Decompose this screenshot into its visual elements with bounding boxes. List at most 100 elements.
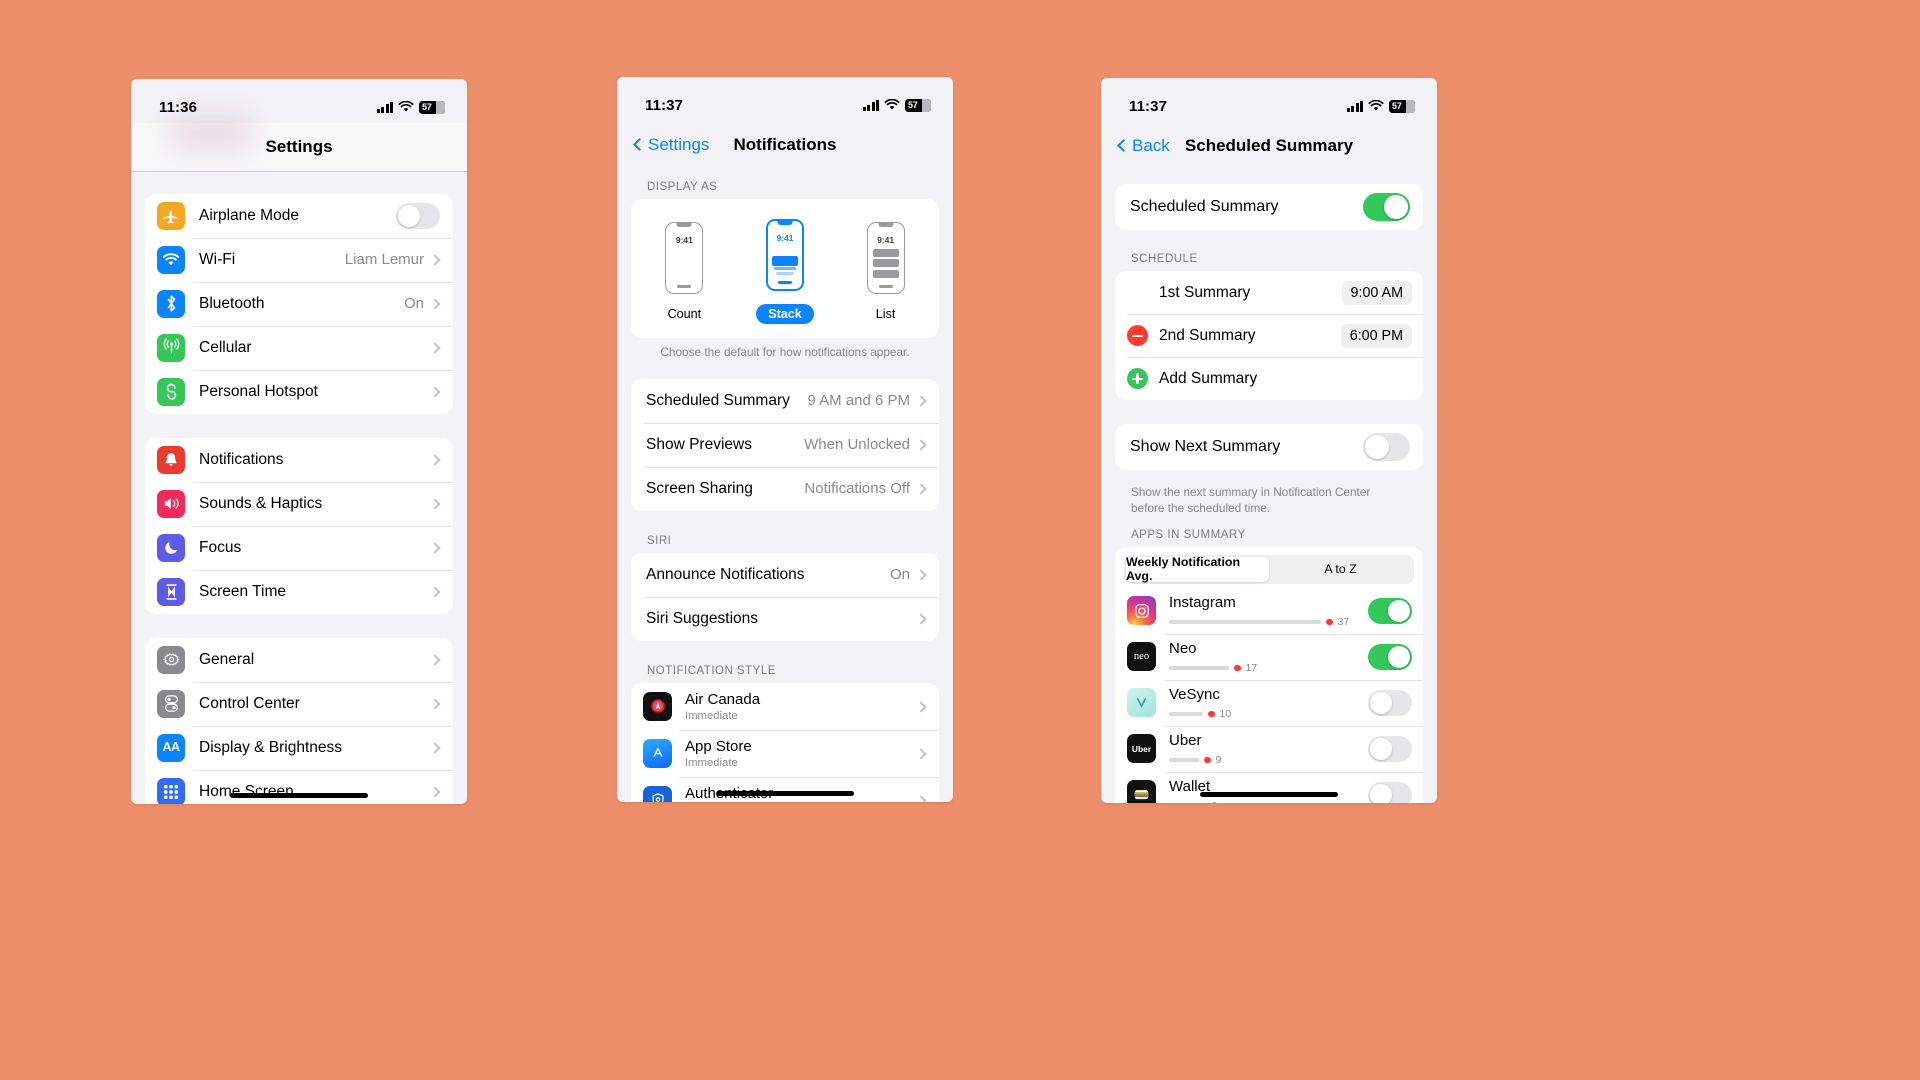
status-indicators: 57 [862,98,931,112]
scheduled-summary-toggle[interactable] [1363,193,1410,221]
schedule-row-add-summary[interactable]: Add Summary [1115,357,1423,400]
schedule-label: 1st Summary [1159,283,1251,301]
chevron-right-icon [431,341,440,355]
settings-row-control-center[interactable]: Control Center [145,681,453,726]
status-bar: 11:37 57 [1101,78,1437,122]
neo-summary-toggle[interactable] [1368,643,1412,670]
app-text: App Store Immediate [685,738,917,768]
status-indicators: 57 [376,100,445,114]
row-label: Siri Suggestions [646,609,759,627]
schedule-time-1[interactable]: 9:00 AM [1341,280,1412,305]
summary-app-row-instagram[interactable]: Instagram 37 [1115,588,1423,634]
row-scheduled-summary-master[interactable]: Scheduled Summary [1115,184,1423,230]
phone-screen-notifications: 11:37 57 Settings Notifications DISPLAY … [617,77,953,802]
app-row-app-store[interactable]: App Store Immediate [631,729,939,777]
segment-weekly-avg[interactable]: Weekly Notification Avg. [1126,555,1269,583]
weekly-avg-bar: 9 [1169,754,1360,766]
settings-row-notifications[interactable]: Notifications [145,438,453,482]
instagram-summary-toggle[interactable] [1368,597,1412,624]
settings-row-label: Wi-Fi [199,250,236,268]
settings-scroll-area[interactable]: Airplane Mode Wi-Fi Liam Lemur Bluetooth… [131,172,467,804]
settings-row-label: Focus [199,538,242,556]
schedule-row-1st-summary[interactable]: 1st Summary 9:00 AM [1115,271,1423,314]
weekly-avg-count: 17 [1245,661,1258,674]
settings-row-sounds-haptics[interactable]: Sounds & Haptics [145,481,453,526]
settings-row-cellular[interactable]: Cellular [145,325,453,370]
neo-wordmark: neo [1133,650,1150,662]
notifications-scroll-area[interactable]: DISPLAY AS 9:41 Count 9:41 Stack 9:41 Li… [617,169,953,802]
app-row-air-canada[interactable]: Air Canada Immediate [631,683,939,730]
settings-row-wifi[interactable]: Wi-Fi Liam Lemur [145,237,453,282]
chevron-right-icon [431,253,440,267]
sort-segmented-control[interactable]: Weekly Notification Avg. A to Z [1124,554,1414,584]
row-scheduled-summary[interactable]: Scheduled Summary 9 AM and 6 PM [631,379,939,423]
settings-row-general[interactable]: General [145,638,453,682]
add-summary-icon[interactable] [1127,368,1148,389]
settings-row-personal-hotspot[interactable]: Personal Hotspot [145,369,453,414]
settings-row-airplane-mode[interactable]: Airplane Mode [145,194,453,238]
aa-glyph: AA [162,740,180,755]
bar-endpoint-dot [1234,664,1241,672]
chevron-right-icon [917,482,926,496]
chevron-right-icon [917,612,926,626]
wallet-summary-toggle[interactable] [1368,781,1412,803]
section-header-notification-style: NOTIFICATION STYLE [647,664,776,677]
weekly-avg-bar: 17 [1169,662,1360,674]
schedule-group: 1st Summary 9:00 AM 2nd Summary 6:00 PM … [1115,271,1423,400]
master-toggle-group: Scheduled Summary [1115,184,1423,230]
display-as-option-list[interactable]: 9:41 List [866,222,905,321]
app-status: Immediate [685,709,738,722]
display-as-label: Count [667,307,702,321]
vesync-summary-toggle[interactable] [1368,689,1412,716]
app-row-authenticator[interactable]: Authenticator Immediate [631,776,939,802]
phone-screen-scheduled-summary: 11:37 57 Back Scheduled Summary Schedule… [1101,78,1437,803]
display-as-option-count[interactable]: 9:41 Count [665,222,704,321]
display-as-option-stack[interactable]: 9:41 Stack [756,219,814,324]
nav-bar: Back Scheduled Summary [1101,122,1437,170]
settings-row-focus[interactable]: Focus [145,525,453,570]
airplane-mode-toggle[interactable] [396,202,440,229]
segment-a-to-z[interactable]: A to Z [1269,557,1412,582]
status-time: 11:37 [645,96,684,114]
back-button[interactable]: Back [1117,136,1170,156]
uber-wordmark: Uber [1131,743,1152,754]
cellular-signal-icon [862,99,879,111]
chevron-right-icon [917,394,926,408]
uber-summary-toggle[interactable] [1368,735,1412,762]
section-header-siri: SIRI [647,534,672,547]
row-siri-suggestions[interactable]: Siri Suggestions [631,596,939,641]
row-screen-sharing[interactable]: Screen Sharing Notifications Off [631,466,939,511]
settings-row-label: General [199,650,255,668]
settings-row-bluetooth[interactable]: Bluetooth On [145,281,453,326]
row-label: Scheduled Summary [1130,198,1279,215]
settings-row-label: Control Center [199,694,300,712]
row-show-next-summary[interactable]: Show Next Summary [1115,424,1423,470]
remove-summary-icon[interactable] [1127,325,1148,346]
settings-row-home-screen[interactable]: Home Screen [145,769,453,804]
settings-row-screen-time[interactable]: Screen Time [145,569,453,614]
schedule-time-2[interactable]: 6:00 PM [1340,323,1412,348]
row-announce-notifications[interactable]: Announce Notifications On [631,553,939,597]
schedule-row-2nd-summary[interactable]: 2nd Summary 6:00 PM [1115,314,1423,357]
row-value: On [889,566,910,584]
uber-icon: Uber [1127,734,1156,764]
show-next-summary-toggle[interactable] [1363,433,1410,461]
summary-app-name: Uber [1169,731,1202,749]
scheduled-summary-scroll-area[interactable]: Scheduled Summary SCHEDULE 1st Summary 9… [1101,170,1437,803]
back-button[interactable]: Settings [633,135,709,155]
chevron-right-icon [431,697,440,711]
row-value: Notifications Off [804,480,910,498]
app-name: Air Canada [685,691,761,709]
summary-app-row-wallet[interactable]: Wallet 8 [1115,771,1423,803]
app-store-icon [643,738,672,768]
row-show-previews[interactable]: Show Previews When Unlocked [631,422,939,467]
chevron-right-icon [431,653,440,667]
settings-row-display-brightness[interactable]: AA Display & Brightness [145,725,453,770]
row-label: Announce Notifications [646,565,805,583]
row-value: 9 AM and 6 PM [807,392,910,410]
summary-app-row-neo[interactable]: neo Neo 17 [1115,633,1423,680]
authenticator-icon [643,785,672,802]
notification-style-group: Air Canada Immediate App Store Immediate [631,682,939,802]
summary-app-row-vesync[interactable]: VeSync 10 [1115,679,1423,726]
summary-app-row-uber[interactable]: Uber Uber 9 [1115,725,1423,772]
